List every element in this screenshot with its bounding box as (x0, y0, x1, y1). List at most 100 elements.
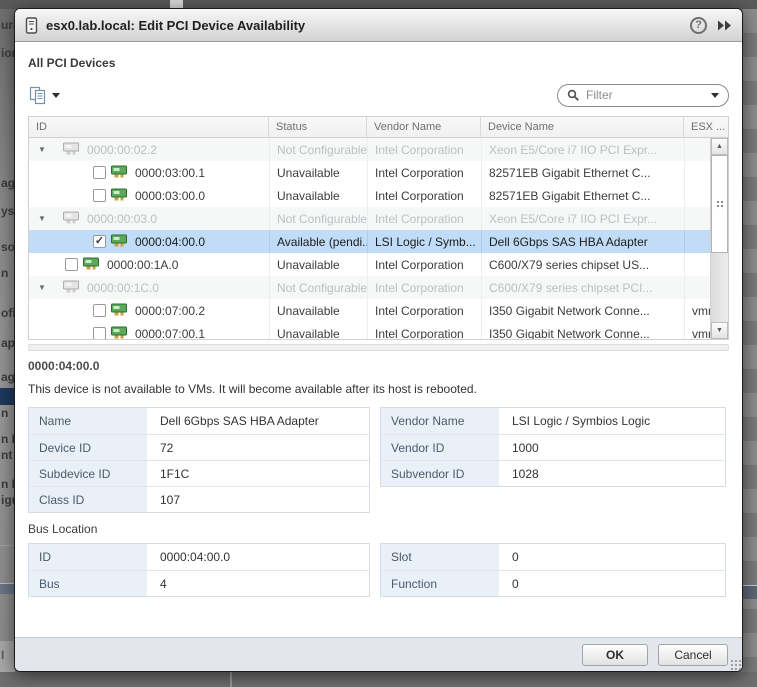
table-row[interactable]: 0000:07:00.2 Unavailable Intel Corporati… (29, 299, 710, 322)
double-arrow-icon[interactable] (717, 20, 732, 31)
column-header-esx[interactable]: ESX ... (684, 117, 728, 137)
device-checkbox[interactable] (65, 258, 78, 271)
esx-cell (684, 161, 710, 184)
vendor-cell: Intel Corporation (367, 161, 481, 184)
filter-input[interactable] (586, 88, 711, 102)
table-row-selected[interactable]: 0000:04:00.0 Available (pendi... LSI Log… (29, 230, 710, 253)
filter-dropdown-caret-icon[interactable] (711, 92, 719, 98)
table-header-row: ID Status Vendor Name Device Name ESX ..… (29, 117, 728, 138)
vendor-cell: Intel Corporation (367, 299, 481, 322)
pci-device-icon (83, 257, 100, 273)
table-row[interactable]: 0000:03:00.0 Unavailable Intel Corporati… (29, 184, 710, 207)
background-selected-nav-row (0, 388, 15, 405)
column-header-status[interactable]: Status (269, 117, 367, 137)
background-text-fragment: sou (1, 240, 15, 254)
scrollbar-thumb[interactable] (711, 155, 728, 253)
scroll-up-button[interactable]: ▲ (711, 138, 728, 155)
pci-device-icon (63, 142, 80, 158)
property-label: ID (29, 544, 147, 570)
table-row[interactable]: ▼ 0000:00:1C.0 Not Configurable Intel Co… (29, 276, 710, 299)
background-text-fragment: I (1, 648, 5, 662)
device-checkbox[interactable] (93, 189, 106, 202)
device-name-cell: I350 Gigabit Network Conne... (481, 322, 684, 339)
background-text-fragment: igu (1, 493, 15, 507)
table-row[interactable]: ▼ 0000:00:03.0 Not Configurable Intel Co… (29, 207, 710, 230)
device-id-cell: 0000:04:00.0 (135, 234, 206, 249)
vendor-cell: Intel Corporation (367, 207, 481, 230)
collapse-arrow-icon[interactable]: ▼ (35, 145, 49, 154)
resize-grip[interactable] (730, 659, 741, 670)
device-name-cell: C600/X79 series chipset US... (481, 253, 684, 276)
device-id-cell: 0000:00:1A.0 (107, 257, 179, 272)
device-name-cell: 82571EB Gigabit Ethernet C... (481, 161, 684, 184)
column-header-vendor[interactable]: Vendor Name (367, 117, 481, 137)
ok-button[interactable]: OK (582, 643, 648, 666)
property-value: LSI Logic / Symbios Logic (499, 408, 725, 434)
device-id-cell: 0000:03:00.0 (135, 188, 206, 203)
filter-box[interactable] (557, 83, 729, 107)
vendor-cell: Intel Corporation (367, 276, 481, 299)
scroll-down-button[interactable]: ▼ (711, 322, 728, 339)
property-label: Vendor ID (381, 435, 499, 460)
background-text-fragment: n (1, 266, 9, 280)
device-name-cell: C600/X79 series chipset PCI... (481, 276, 684, 299)
table-row[interactable]: ▼ 0000:00:02.2 Not Configurable Intel Co… (29, 138, 710, 161)
vendor-cell: Intel Corporation (367, 322, 481, 339)
column-header-device[interactable]: Device Name (481, 117, 684, 137)
copy-button[interactable] (28, 86, 60, 105)
property-value: 1028 (499, 461, 725, 486)
title-bar[interactable]: esx0.lab.local: Edit PCI Device Availabi… (15, 9, 742, 42)
pci-device-icon (111, 188, 128, 204)
table-row[interactable]: 0000:07:00.1 Unavailable Intel Corporati… (29, 322, 710, 339)
device-checkbox-checked[interactable] (93, 235, 106, 248)
bus-location-properties: ID 0000:04:00.0 Bus 4 Slot 0 Function 0 (28, 543, 729, 597)
pci-device-icon (111, 326, 128, 340)
background-text-fragment: n R (1, 432, 15, 446)
device-name-cell: I350 Gigabit Network Conne... (481, 299, 684, 322)
esx-cell (684, 184, 710, 207)
status-cell: Not Configurable (269, 276, 367, 299)
device-checkbox[interactable] (93, 304, 106, 317)
bus-location-left-table: ID 0000:04:00.0 Bus 4 (28, 543, 370, 597)
reboot-notice-text: This device is not available to VMs. It … (28, 382, 477, 396)
host-icon (25, 16, 38, 34)
device-id-cell: 0000:07:00.1 (135, 326, 206, 340)
panel-heading: All PCI Devices (28, 56, 116, 70)
table-row[interactable]: 0000:00:1A.0 Unavailable Intel Corporati… (29, 253, 710, 276)
dialog-title: esx0.lab.local: Edit PCI Device Availabi… (46, 17, 306, 33)
vertical-scrollbar[interactable]: ▲ ▼ (710, 138, 728, 339)
status-cell: Not Configurable (269, 207, 367, 230)
background-text-fragment: n H (1, 477, 15, 491)
help-icon[interactable]: ? (690, 16, 707, 34)
device-checkbox[interactable] (93, 327, 106, 339)
cancel-button[interactable]: Cancel (658, 643, 728, 666)
background-ui-fragment (170, 0, 183, 8)
background-text-fragment: ys (1, 204, 15, 218)
property-value: 107 (147, 487, 369, 512)
background-divider (230, 672, 232, 687)
table-row[interactable]: 0000:03:00.1 Unavailable Intel Corporati… (29, 161, 710, 184)
copy-dropdown-caret-icon[interactable] (52, 92, 60, 98)
esx-cell (684, 207, 710, 230)
esx-cell (684, 230, 710, 253)
property-value: 0000:04:00.0 (147, 544, 369, 570)
collapse-arrow-icon[interactable]: ▼ (35, 214, 49, 223)
background-text-fragment: ofil (1, 306, 15, 320)
property-label: Bus (29, 571, 147, 596)
pci-device-icon (111, 234, 128, 250)
vendor-cell: Intel Corporation (367, 184, 481, 207)
device-name-cell: Xeon E5/Core i7 IIO PCI Expr... (481, 138, 684, 161)
vendor-cell: Intel Corporation (367, 253, 481, 276)
column-header-id[interactable]: ID (29, 117, 269, 137)
splitter-handle[interactable] (28, 344, 729, 351)
device-checkbox[interactable] (93, 166, 106, 179)
property-label: Vendor Name (381, 408, 499, 434)
background-text-fragment: n (1, 406, 9, 420)
vendor-cell: LSI Logic / Symb... (367, 230, 481, 253)
device-name-cell: 82571EB Gigabit Ethernet C... (481, 184, 684, 207)
bus-location-heading: Bus Location (28, 522, 98, 536)
collapse-arrow-icon[interactable]: ▼ (35, 283, 49, 292)
background-text-fragment: age (1, 176, 15, 190)
device-properties: Name Dell 6Gbps SAS HBA Adapter Device ID… (28, 407, 729, 513)
property-label: Subvendor ID (381, 461, 499, 486)
